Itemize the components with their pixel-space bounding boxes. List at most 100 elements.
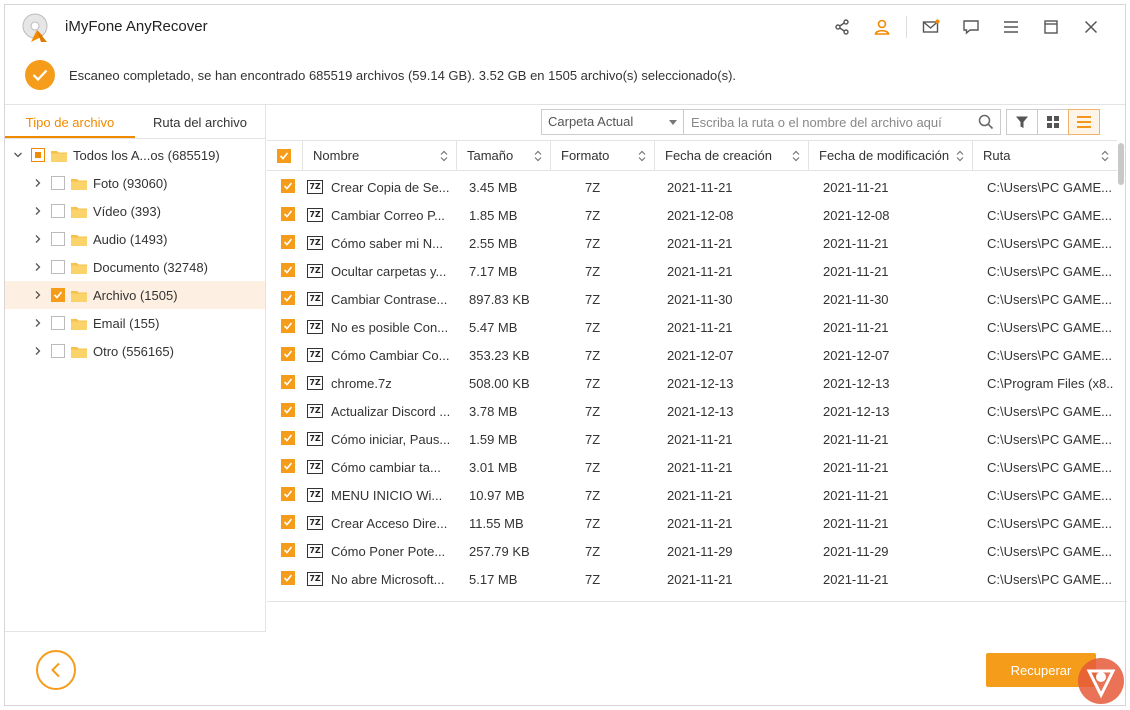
table-row[interactable]: 7Z Cómo Cambiar Co... 353.23 KB 7Z 2021-12-0… <box>267 341 1117 369</box>
table-row[interactable]: 7Z Crear Copia de Se... 3.45 MB 7Z 2021-11-2… <box>267 173 1117 201</box>
table-row[interactable]: 7Z Cómo cambiar ta... 3.01 MB 7Z 2021-11-21 2… <box>267 453 1117 481</box>
tree-item-checkbox[interactable] <box>51 204 65 218</box>
chevron-right-icon[interactable] <box>31 288 45 302</box>
grid-view-icon[interactable] <box>1037 109 1069 135</box>
chevron-down-icon[interactable] <box>11 148 25 162</box>
tree-item-checkbox[interactable] <box>51 316 65 330</box>
row-checkbox[interactable] <box>281 234 295 249</box>
row-name-cell: 7Z Cómo iniciar, Paus... <box>303 432 457 447</box>
sort-icon <box>440 150 448 162</box>
tree-item-otro[interactable]: Otro (556165) <box>5 337 265 365</box>
tree-item-foto[interactable]: Foto (93060) <box>5 169 265 197</box>
row-path: C:\Users\PC GAME... <box>987 319 1112 335</box>
tree-item-checkbox[interactable] <box>51 344 65 358</box>
row-name-cell: 7Z Cómo Cambiar Co... <box>303 348 457 363</box>
row-checkbox[interactable] <box>281 346 295 361</box>
row-checkbox[interactable] <box>281 318 295 333</box>
column-header-fecha-modificacion[interactable]: Fecha de modificación <box>809 141 973 171</box>
row-path: C:\Users\PC GAME... <box>987 571 1112 587</box>
chevron-right-icon[interactable] <box>31 204 45 218</box>
row-name: Cómo Poner Pote... <box>331 543 446 559</box>
table-row[interactable]: 7Z Ocultar carpetas y... 7.17 MB 7Z 2021-11-… <box>267 257 1117 285</box>
tree-item-documento[interactable]: Documento (32748) <box>5 253 265 281</box>
table-row[interactable]: 7Z Cambiar Correo P... 1.85 MB 7Z 2021-12-08… <box>267 201 1117 229</box>
row-created: 2021-11-21 <box>667 459 733 475</box>
archive-file-icon: 7Z <box>307 404 323 418</box>
column-header-formato[interactable]: Formato <box>551 141 655 171</box>
chevron-right-icon[interactable] <box>31 344 45 358</box>
table-scrollbar[interactable] <box>1118 143 1124 185</box>
row-name: Ocultar carpetas y... <box>331 263 447 279</box>
table-row[interactable]: 7Z No abre Microsoft... 5.17 MB 7Z 2021-11-2… <box>267 565 1117 593</box>
row-checkbox[interactable] <box>281 290 295 305</box>
chevron-right-icon[interactable] <box>31 316 45 330</box>
row-checkbox[interactable] <box>281 178 295 193</box>
column-header-label: Formato <box>561 148 610 163</box>
list-view-icon[interactable] <box>1068 109 1100 135</box>
search-input[interactable] <box>684 110 972 134</box>
archive-file-icon: 7Z <box>307 292 323 306</box>
tab-tipo-de-archivo[interactable]: Tipo de archivo <box>5 105 135 138</box>
row-checkbox[interactable] <box>281 206 295 221</box>
row-checkbox[interactable] <box>281 458 295 473</box>
table-row[interactable]: 7Z Cambiar Contrase... 897.83 KB 7Z 2021-11-… <box>267 285 1117 313</box>
table-row[interactable]: 7Z Crear Acceso Dire... 11.55 MB 7Z 2021-11-… <box>267 509 1117 537</box>
filter-icon[interactable] <box>1006 109 1038 135</box>
row-created: 2021-11-21 <box>667 431 733 447</box>
tree-item-archivo[interactable]: Archivo (1505) <box>5 281 265 309</box>
row-checkbox[interactable] <box>281 570 295 585</box>
column-header-nombre[interactable]: Nombre <box>303 141 457 171</box>
folder-icon <box>71 317 87 330</box>
location-select[interactable]: Carpeta Actual <box>542 110 684 134</box>
archive-file-icon: 7Z <box>307 544 323 558</box>
row-size: 897.83 KB <box>469 291 530 307</box>
column-header-fecha-creacion[interactable]: Fecha de creación <box>655 141 809 171</box>
tree-root[interactable]: Todos los A...os (685519) <box>5 141 265 169</box>
feedback-icon[interactable] <box>951 15 991 39</box>
table-row[interactable]: 7Z MENU INICIO Wi... 10.97 MB 7Z 2021-11-21 2… <box>267 481 1117 509</box>
chevron-right-icon[interactable] <box>31 260 45 274</box>
column-header-tamano[interactable]: Tamaño <box>457 141 551 171</box>
row-checkbox[interactable] <box>281 430 295 445</box>
row-checkbox[interactable] <box>281 374 295 389</box>
tab-ruta-del-archivo[interactable]: Ruta del archivo <box>135 105 265 138</box>
watermark-logo-icon <box>1078 658 1124 704</box>
table-row[interactable]: 7Z Cómo Poner Pote... 257.79 KB 7Z 2021-11-2… <box>267 537 1117 565</box>
tree-item-checkbox[interactable] <box>51 176 65 190</box>
sort-icon <box>534 150 542 162</box>
chevron-right-icon[interactable] <box>31 176 45 190</box>
table-row[interactable]: 7Z Cómo saber mi N... 2.55 MB 7Z 2021-11-21 2… <box>267 229 1117 257</box>
table-row[interactable]: 7Z chrome.7z 508.00 KB 7Z 2021-12-13 2021-12-… <box>267 369 1117 397</box>
menu-icon[interactable] <box>991 15 1031 39</box>
row-checkbox[interactable] <box>281 514 295 529</box>
column-header-ruta[interactable]: Ruta <box>973 141 1117 171</box>
select-all-checkbox[interactable] <box>277 149 291 163</box>
tree-item-email[interactable]: Email (155) <box>5 309 265 337</box>
row-checkbox-cell <box>267 402 303 420</box>
row-checkbox[interactable] <box>281 486 295 501</box>
row-checkbox[interactable] <box>281 542 295 557</box>
back-button[interactable] <box>36 650 76 690</box>
tree-item-checkbox[interactable] <box>51 232 65 246</box>
maximize-icon[interactable] <box>1031 15 1071 39</box>
table-row[interactable]: 7Z Actualizar Discord ... 3.78 MB 7Z 2021-12… <box>267 397 1117 425</box>
chevron-right-icon[interactable] <box>31 232 45 246</box>
table-row[interactable]: 7Z Cómo iniciar, Paus... 1.59 MB 7Z 2021-11-… <box>267 425 1117 453</box>
row-format: 7Z <box>585 459 601 475</box>
user-icon[interactable] <box>862 15 902 39</box>
search-icon[interactable] <box>972 110 1000 134</box>
table-row[interactable]: 7Z No es posible Con... 5.47 MB 7Z 2021-11-2… <box>267 313 1117 341</box>
row-checkbox[interactable] <box>281 262 295 277</box>
tree-item-checkbox[interactable] <box>51 288 65 302</box>
archive-file-icon: 7Z <box>307 488 323 502</box>
close-icon[interactable] <box>1071 15 1111 39</box>
tree-item-audio[interactable]: Audio (1493) <box>5 225 265 253</box>
row-name-cell: 7Z No es posible Con... <box>303 320 457 335</box>
tree-root-checkbox[interactable] <box>31 148 45 162</box>
tree-item-video[interactable]: Vídeo (393) <box>5 197 265 225</box>
mail-icon[interactable] <box>911 15 951 39</box>
share-icon[interactable] <box>822 15 862 39</box>
folder-icon <box>71 177 87 190</box>
tree-item-checkbox[interactable] <box>51 260 65 274</box>
row-checkbox[interactable] <box>281 402 295 417</box>
